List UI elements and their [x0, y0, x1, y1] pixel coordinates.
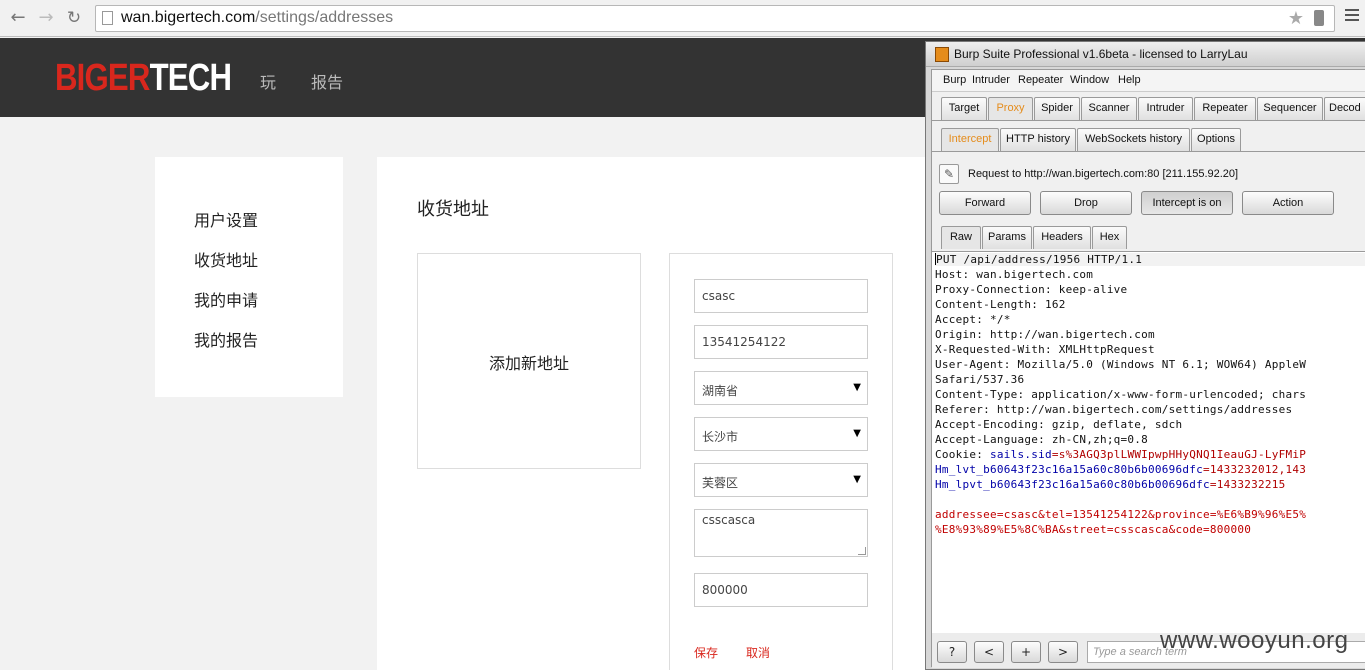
- tab-sequencer[interactable]: Sequencer: [1257, 97, 1323, 120]
- add-address-label: 添加新地址: [488, 354, 569, 373]
- burp-body: Burp Intruder Repeater Window Help Targe…: [931, 69, 1365, 668]
- extension-icon[interactable]: [1314, 10, 1324, 26]
- province-select[interactable]: 湖南省 ▼: [694, 371, 868, 405]
- bookmark-star-icon[interactable]: ★: [1288, 8, 1304, 29]
- postcode-field[interactable]: 800000: [694, 573, 868, 607]
- dropdown-arrow-icon: ▼: [853, 382, 861, 393]
- nav-reports[interactable]: 报告: [311, 69, 343, 93]
- request-body-line2: %E8%93%89%E5%8C%BA&street=csscasca&code=…: [935, 523, 1252, 536]
- action-button[interactable]: Action: [1242, 191, 1334, 215]
- edit-pencil-icon[interactable]: ✎: [939, 164, 959, 184]
- tab-spider[interactable]: Spider: [1034, 97, 1080, 120]
- tab-proxy[interactable]: Proxy: [988, 97, 1033, 120]
- addresses-panel: 收货地址 添加新地址 csasc 13541254122 湖南省 ▼ 长沙市 ▼ 芙…: [377, 157, 937, 670]
- save-button[interactable]: 保存: [694, 644, 718, 661]
- request-body-line1: addressee=csasc&tel=13541254122&province…: [935, 508, 1307, 521]
- burp-logo-icon: [935, 47, 949, 62]
- street-textarea[interactable]: csscasca: [694, 509, 868, 557]
- reload-icon[interactable]: ↻: [64, 8, 84, 28]
- burp-titlebar[interactable]: Burp Suite Professional v1.6beta - licen…: [926, 42, 1365, 67]
- page-title: 收货地址: [417, 199, 489, 220]
- viewtab-hex[interactable]: Hex: [1092, 226, 1127, 249]
- url-text: wan.bigertech.com/settings/addresses: [121, 9, 394, 26]
- district-select[interactable]: 芙蓉区 ▼: [694, 463, 868, 497]
- address-bar[interactable]: wan.bigertech.com/settings/addresses ★: [95, 5, 1335, 32]
- watermark: www.wooyun.org: [1160, 627, 1349, 654]
- intercept-toggle-button[interactable]: Intercept is on: [1141, 191, 1233, 215]
- nav-play[interactable]: 玩: [260, 69, 276, 93]
- request-editor[interactable]: PUT /api/address/1956 HTTP/1.1 Host: wan…: [932, 251, 1365, 633]
- drop-button[interactable]: Drop: [1040, 191, 1132, 215]
- request-line-referer: Referer: http://wan.bigertech.com/settin…: [935, 403, 1293, 416]
- subtab-websockets-history[interactable]: WebSockets history: [1077, 128, 1190, 151]
- tab-divider: [932, 120, 1365, 121]
- sidebar-item-my-reports[interactable]: 我的报告: [194, 327, 258, 351]
- viewtab-raw[interactable]: Raw: [941, 226, 981, 249]
- burp-menubar: Burp Intruder Repeater Window Help: [932, 70, 1365, 92]
- browser-toolbar: ← → ↻ wan.bigertech.com/settings/address…: [0, 0, 1365, 37]
- dropdown-arrow-icon: ▼: [853, 474, 861, 485]
- browser-menu-icon[interactable]: [1345, 9, 1359, 23]
- request-line-accept: Accept: */*: [935, 313, 1011, 326]
- subtab-http-history[interactable]: HTTP history: [1000, 128, 1076, 151]
- request-line-accept-encoding: Accept-Encoding: gzip, deflate, sdch: [935, 418, 1183, 431]
- forward-button[interactable]: Forward: [939, 191, 1031, 215]
- request-line-accept-language: Accept-Language: zh-CN,zh;q=0.8: [935, 433, 1149, 446]
- subtab-intercept[interactable]: Intercept: [941, 128, 999, 151]
- subtab-divider: [932, 151, 1365, 152]
- tab-intruder[interactable]: Intruder: [1138, 97, 1193, 120]
- previous-match-button[interactable]: <: [974, 641, 1004, 663]
- request-line-cookie-cont2: Hm_lpvt_b60643f23c16a15a60c80b6b00696dfc…: [935, 478, 1286, 491]
- tab-scanner[interactable]: Scanner: [1081, 97, 1137, 120]
- add-address-card[interactable]: 添加新地址: [417, 253, 641, 469]
- request-line-content-length: Content-Length: 162: [935, 298, 1066, 311]
- page-icon: [102, 11, 113, 25]
- tab-repeater[interactable]: Repeater: [1194, 97, 1256, 120]
- request-line-user-agent-cont: Safari/537.36: [935, 373, 1025, 386]
- forward-icon[interactable]: →: [36, 8, 56, 28]
- viewtab-headers[interactable]: Headers: [1033, 226, 1091, 249]
- site-logo[interactable]: BIGERTECH: [55, 57, 232, 100]
- menu-help[interactable]: Help: [1118, 74, 1141, 86]
- tab-decoder[interactable]: Decod: [1324, 97, 1365, 120]
- request-line-content-type: Content-Type: application/x-www-form-url…: [935, 388, 1307, 401]
- search-options-button[interactable]: +: [1011, 641, 1041, 663]
- back-icon[interactable]: ←: [8, 8, 28, 28]
- menu-window[interactable]: Window: [1070, 74, 1109, 86]
- request-line-user-agent: User-Agent: Mozilla/5.0 (Windows NT 6.1;…: [935, 358, 1307, 371]
- dropdown-arrow-icon: ▼: [853, 428, 861, 439]
- menu-intruder[interactable]: Intruder: [972, 74, 1010, 86]
- request-target-label: Request to http://wan.bigertech.com:80 […: [968, 168, 1239, 180]
- request-line-method: PUT /api/address/1956 HTTP/1.1: [935, 253, 1365, 266]
- next-match-button[interactable]: >: [1048, 641, 1078, 663]
- tab-target[interactable]: Target: [941, 97, 987, 120]
- name-field[interactable]: csasc: [694, 279, 868, 313]
- resize-grip-icon[interactable]: [858, 547, 866, 555]
- request-line-host: Host: wan.bigertech.com: [935, 268, 1094, 281]
- request-line-origin: Origin: http://wan.bigertech.com: [935, 328, 1155, 341]
- menu-burp[interactable]: Burp: [943, 74, 966, 86]
- viewtab-params[interactable]: Params: [982, 226, 1032, 249]
- subtab-options[interactable]: Options: [1191, 128, 1241, 151]
- menu-repeater[interactable]: Repeater: [1018, 74, 1063, 86]
- burp-window: Burp Suite Professional v1.6beta - licen…: [925, 41, 1365, 670]
- cancel-button[interactable]: 取消: [746, 644, 770, 661]
- help-button[interactable]: ?: [937, 641, 967, 663]
- sidebar-item-my-applications[interactable]: 我的申请: [194, 287, 258, 311]
- request-line-x-requested-with: X-Requested-With: XMLHttpRequest: [935, 343, 1155, 356]
- settings-sidebar: 用户设置 收货地址 我的申请 我的报告: [155, 157, 343, 397]
- phone-field[interactable]: 13541254122: [694, 325, 868, 359]
- request-line-cookie-cont1: Hm_lvt_b60643f23c16a15a60c80b6b00696dfc=…: [935, 463, 1307, 476]
- request-line-proxy-connection: Proxy-Connection: keep-alive: [935, 283, 1128, 296]
- address-form: csasc 13541254122 湖南省 ▼ 长沙市 ▼ 芙蓉区 ▼ csscasc…: [669, 253, 893, 670]
- sidebar-item-addresses[interactable]: 收货地址: [194, 247, 258, 271]
- city-select[interactable]: 长沙市 ▼: [694, 417, 868, 451]
- burp-title: Burp Suite Professional v1.6beta - licen…: [954, 47, 1248, 61]
- request-line-cookie: Cookie: sails.sid=s%3AGQ3plLWWIpwpHHyQNQ…: [935, 448, 1307, 461]
- sidebar-item-user-settings[interactable]: 用户设置: [194, 207, 258, 231]
